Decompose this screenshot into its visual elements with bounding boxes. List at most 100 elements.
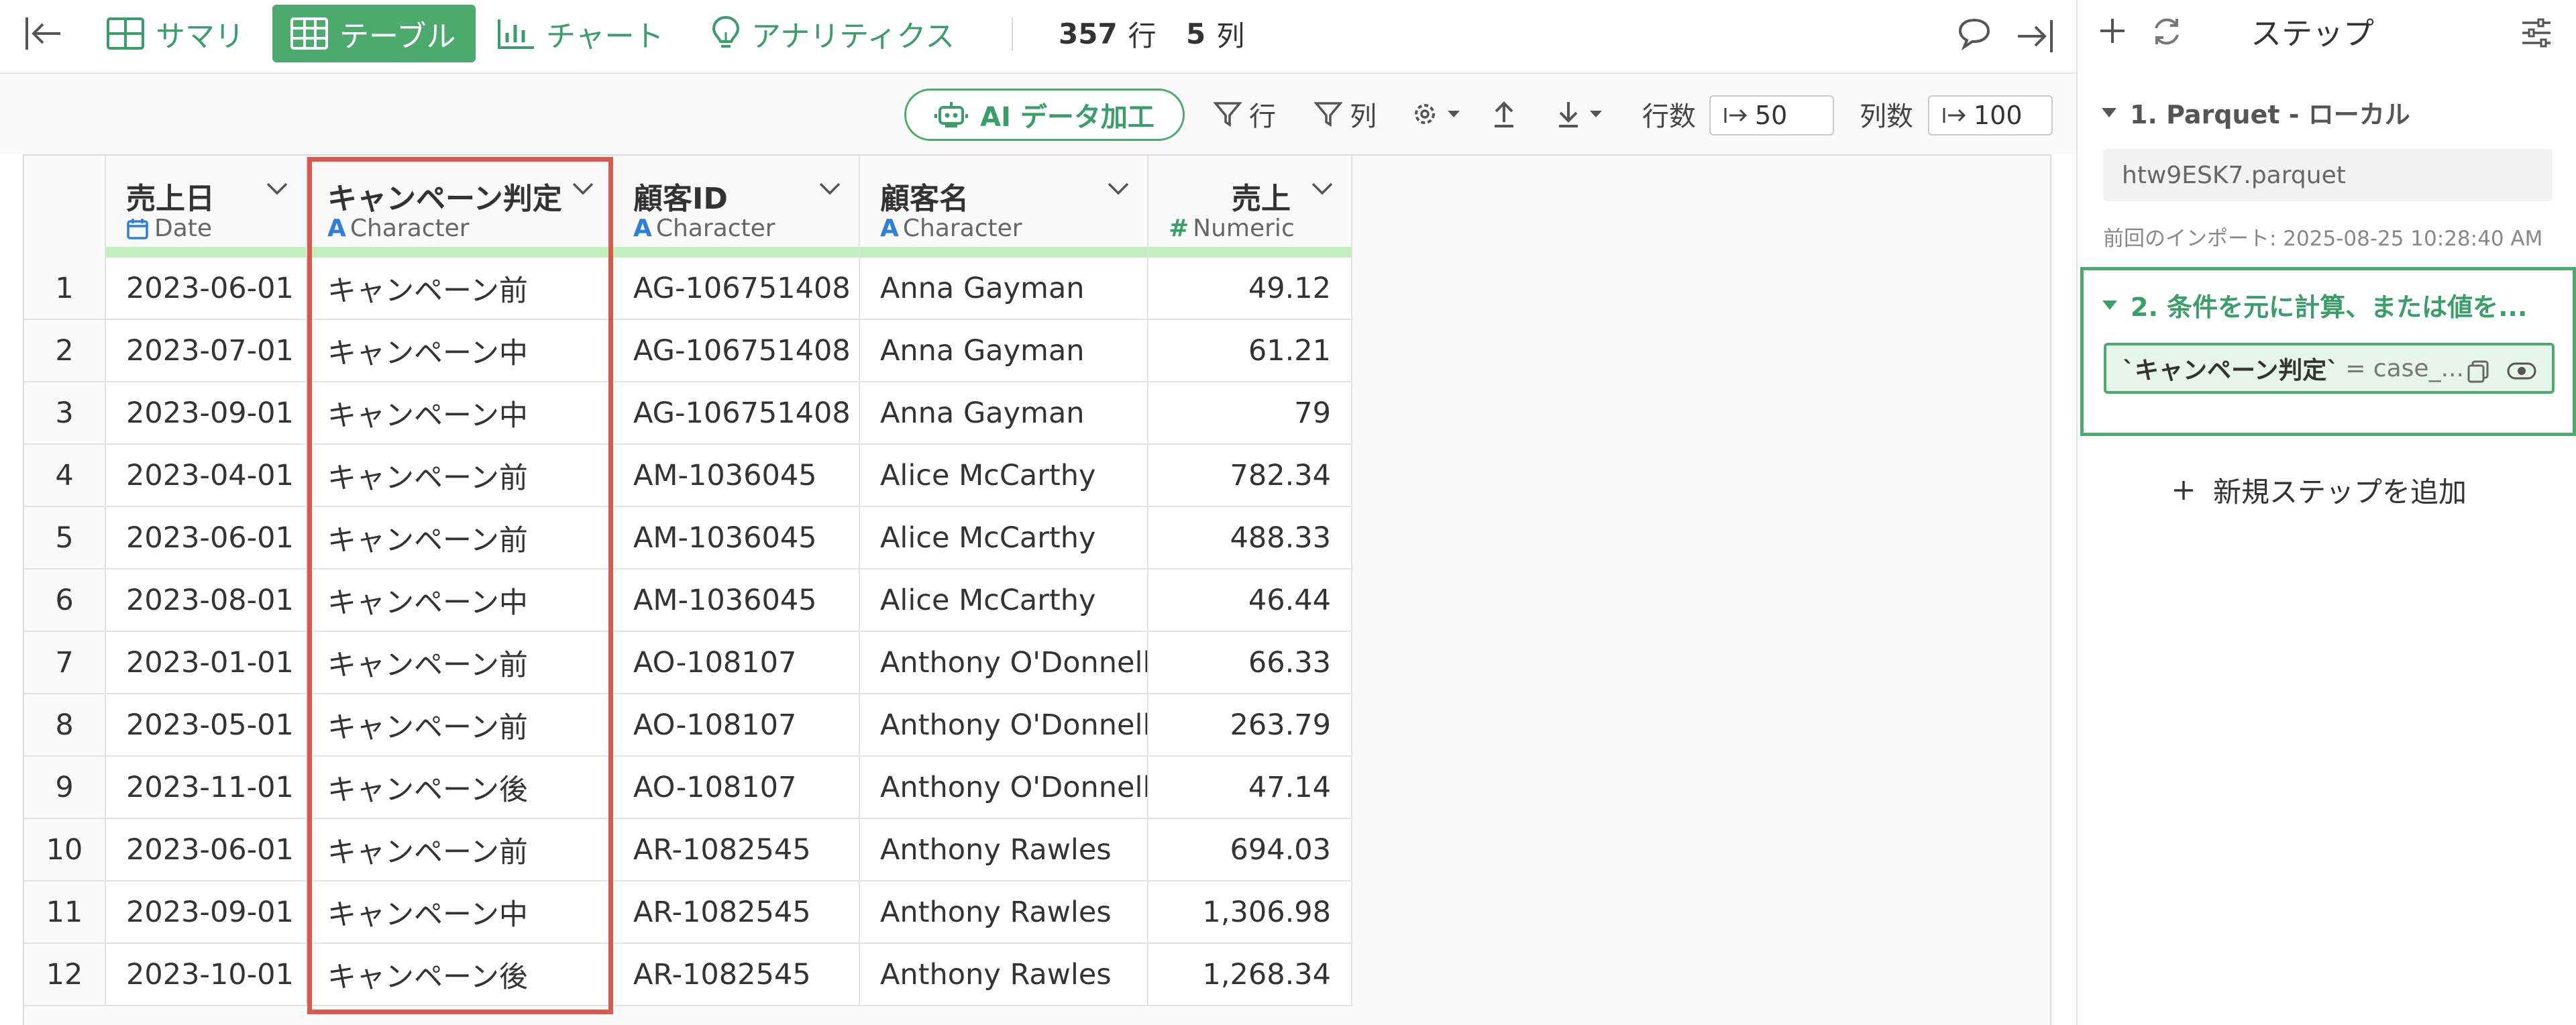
table-cell[interactable]: AO-108107	[613, 757, 860, 819]
table-cell[interactable]: AR-1082545	[613, 881, 860, 944]
table-cell[interactable]: キャンペーン前	[307, 445, 613, 507]
calendar-icon	[127, 218, 148, 239]
table-cell[interactable]: AO-108107	[613, 694, 860, 757]
table-cell[interactable]: 79	[1148, 382, 1352, 445]
table-cell[interactable]: 47.14	[1148, 757, 1352, 819]
collapse-left-icon[interactable]	[23, 13, 63, 54]
step-2-card[interactable]: 2. 条件を元に計算、または値を... `キャンペーン判定` = case_..…	[2080, 267, 2576, 436]
table-cell[interactable]: AR-1082545	[613, 819, 860, 881]
table-cell[interactable]: Alice McCarthy	[860, 570, 1148, 632]
expand-right-icon[interactable]	[2015, 16, 2055, 56]
table-cell[interactable]: AG-106751408	[613, 382, 860, 445]
step-2-header[interactable]: 2. 条件を元に計算、または値を...	[2102, 286, 2527, 323]
column-name: 顧客名	[880, 182, 969, 216]
table-cell[interactable]: Anthony O'Donnell	[860, 632, 1148, 694]
table-cell[interactable]: 2023-09-01	[106, 881, 307, 944]
add-new-step-button[interactable]: 新規ステップを追加	[2171, 470, 2467, 510]
columns-limit-input[interactable]: 100	[1928, 95, 2053, 136]
table-cell[interactable]: 2023-06-01	[106, 507, 307, 570]
step-1-header[interactable]: 1. Parquet - ローカル	[2102, 94, 2410, 131]
chevron-down-icon[interactable]	[1107, 181, 1130, 196]
table-cell[interactable]: Alice McCarthy	[860, 507, 1148, 570]
table-cell[interactable]: 2023-01-01	[106, 632, 307, 694]
table-cell[interactable]: Anthony Rawles	[860, 881, 1148, 944]
table-cell[interactable]: 2023-08-01	[106, 570, 307, 632]
table-row: 10 2023-06-01 キャンペーン前 AR-1082545 Anthony Raw…	[24, 819, 1352, 881]
tab-summary[interactable]: サマリ	[106, 0, 244, 67]
filter-columns-button[interactable]: 列	[1313, 94, 1377, 134]
rows-limit-input[interactable]: 50	[1709, 95, 1834, 136]
sliders-icon[interactable]	[2520, 16, 2553, 50]
table-cell[interactable]: 61.21	[1148, 320, 1352, 382]
table-cell[interactable]: AO-108107	[613, 632, 860, 694]
plus-icon[interactable]	[2096, 15, 2129, 47]
tab-table[interactable]: テーブル	[272, 5, 476, 62]
table-cell[interactable]: 2023-06-01	[106, 819, 307, 881]
table-cell[interactable]: Alice McCarthy	[860, 445, 1148, 507]
table-cell[interactable]: AG-106751408	[613, 258, 860, 320]
table-cell[interactable]: 1,306.98	[1148, 881, 1352, 944]
import-button[interactable]	[1491, 94, 1524, 134]
table-cell[interactable]: Anna Gayman	[860, 258, 1148, 320]
refresh-icon[interactable]	[2150, 15, 2184, 48]
table-cell[interactable]: AG-106751408	[613, 320, 860, 382]
table-cell[interactable]: 49.12	[1148, 258, 1352, 320]
table-cell[interactable]: キャンペーン前	[307, 632, 613, 694]
table-cell[interactable]: 2023-07-01	[106, 320, 307, 382]
chevron-down-icon[interactable]	[266, 181, 288, 196]
chevron-down-icon[interactable]	[572, 181, 594, 196]
table-cell[interactable]: キャンペーン前	[307, 258, 613, 320]
table-cell[interactable]: 2023-05-01	[106, 694, 307, 757]
table-cell[interactable]: キャンペーン前	[307, 507, 613, 570]
column-header-sales-date[interactable]: 売上日 Date	[106, 156, 307, 258]
chevron-down-icon[interactable]	[818, 181, 841, 196]
table-cell[interactable]: Anthony Rawles	[860, 819, 1148, 881]
table-cell[interactable]: AR-1082545	[613, 944, 860, 1006]
step-1-file[interactable]: htw9ESK7.parquet	[2103, 149, 2553, 201]
table-cell[interactable]: キャンペーン後	[307, 757, 613, 819]
comment-icon[interactable]	[1956, 16, 1992, 51]
column-type-label: Date	[154, 215, 213, 242]
tab-analytics[interactable]: アナリティクス	[711, 0, 955, 67]
table-cell[interactable]: 46.44	[1148, 570, 1352, 632]
table-cell[interactable]: 488.33	[1148, 507, 1352, 570]
ai-data-processing-button[interactable]: AI データ加工	[904, 89, 1185, 141]
table-cell[interactable]: 2023-09-01	[106, 382, 307, 445]
column-header-customer-id[interactable]: 顧客ID A Character	[613, 156, 860, 258]
table-cell[interactable]: AM-1036045	[613, 445, 860, 507]
table-cell[interactable]: キャンペーン中	[307, 570, 613, 632]
table-cell[interactable]: AM-1036045	[613, 570, 860, 632]
table-cell[interactable]: 782.34	[1148, 445, 1352, 507]
column-header-customer-name[interactable]: 顧客名 A Character	[860, 156, 1148, 258]
table-cell[interactable]: Anna Gayman	[860, 382, 1148, 445]
table-cell[interactable]: 2023-06-01	[106, 258, 307, 320]
table-cell[interactable]: 2023-04-01	[106, 445, 307, 507]
step-2-formula[interactable]: `キャンペーン判定` = case_...	[2104, 343, 2555, 394]
settings-dropdown[interactable]	[1410, 94, 1468, 134]
table-cell[interactable]: 1,268.34	[1148, 944, 1352, 1006]
table-cell[interactable]: Anna Gayman	[860, 320, 1148, 382]
table-cell[interactable]: 263.79	[1148, 694, 1352, 757]
export-dropdown[interactable]	[1555, 94, 1610, 134]
table-cell[interactable]: Anthony Rawles	[860, 944, 1148, 1006]
table-cell[interactable]: キャンペーン前	[307, 819, 613, 881]
table-cell[interactable]: 2023-10-01	[106, 944, 307, 1006]
table-cell[interactable]: キャンペーン前	[307, 694, 613, 757]
table-cell[interactable]: キャンペーン中	[307, 881, 613, 944]
copy-icon[interactable]	[2466, 359, 2490, 383]
column-header-sales[interactable]: 売上 # Numeric	[1148, 156, 1352, 258]
table-cell[interactable]: キャンペーン中	[307, 382, 613, 445]
table-cell[interactable]: 694.03	[1148, 819, 1352, 881]
tab-chart[interactable]: チャート	[496, 0, 664, 67]
table-cell[interactable]: Anthony O'Donnell	[860, 757, 1148, 819]
table-cell[interactable]: 2023-11-01	[106, 757, 307, 819]
filter-rows-button[interactable]: 行	[1213, 94, 1276, 134]
table-cell[interactable]: 66.33	[1148, 632, 1352, 694]
table-cell[interactable]: AM-1036045	[613, 507, 860, 570]
table-cell[interactable]: キャンペーン後	[307, 944, 613, 1006]
table-cell[interactable]: Anthony O'Donnell	[860, 694, 1148, 757]
column-header-campaign[interactable]: キャンペーン判定 A Character	[307, 156, 613, 258]
chevron-down-icon[interactable]	[1311, 181, 1334, 196]
table-cell[interactable]: キャンペーン中	[307, 320, 613, 382]
eye-icon[interactable]	[2506, 359, 2537, 383]
